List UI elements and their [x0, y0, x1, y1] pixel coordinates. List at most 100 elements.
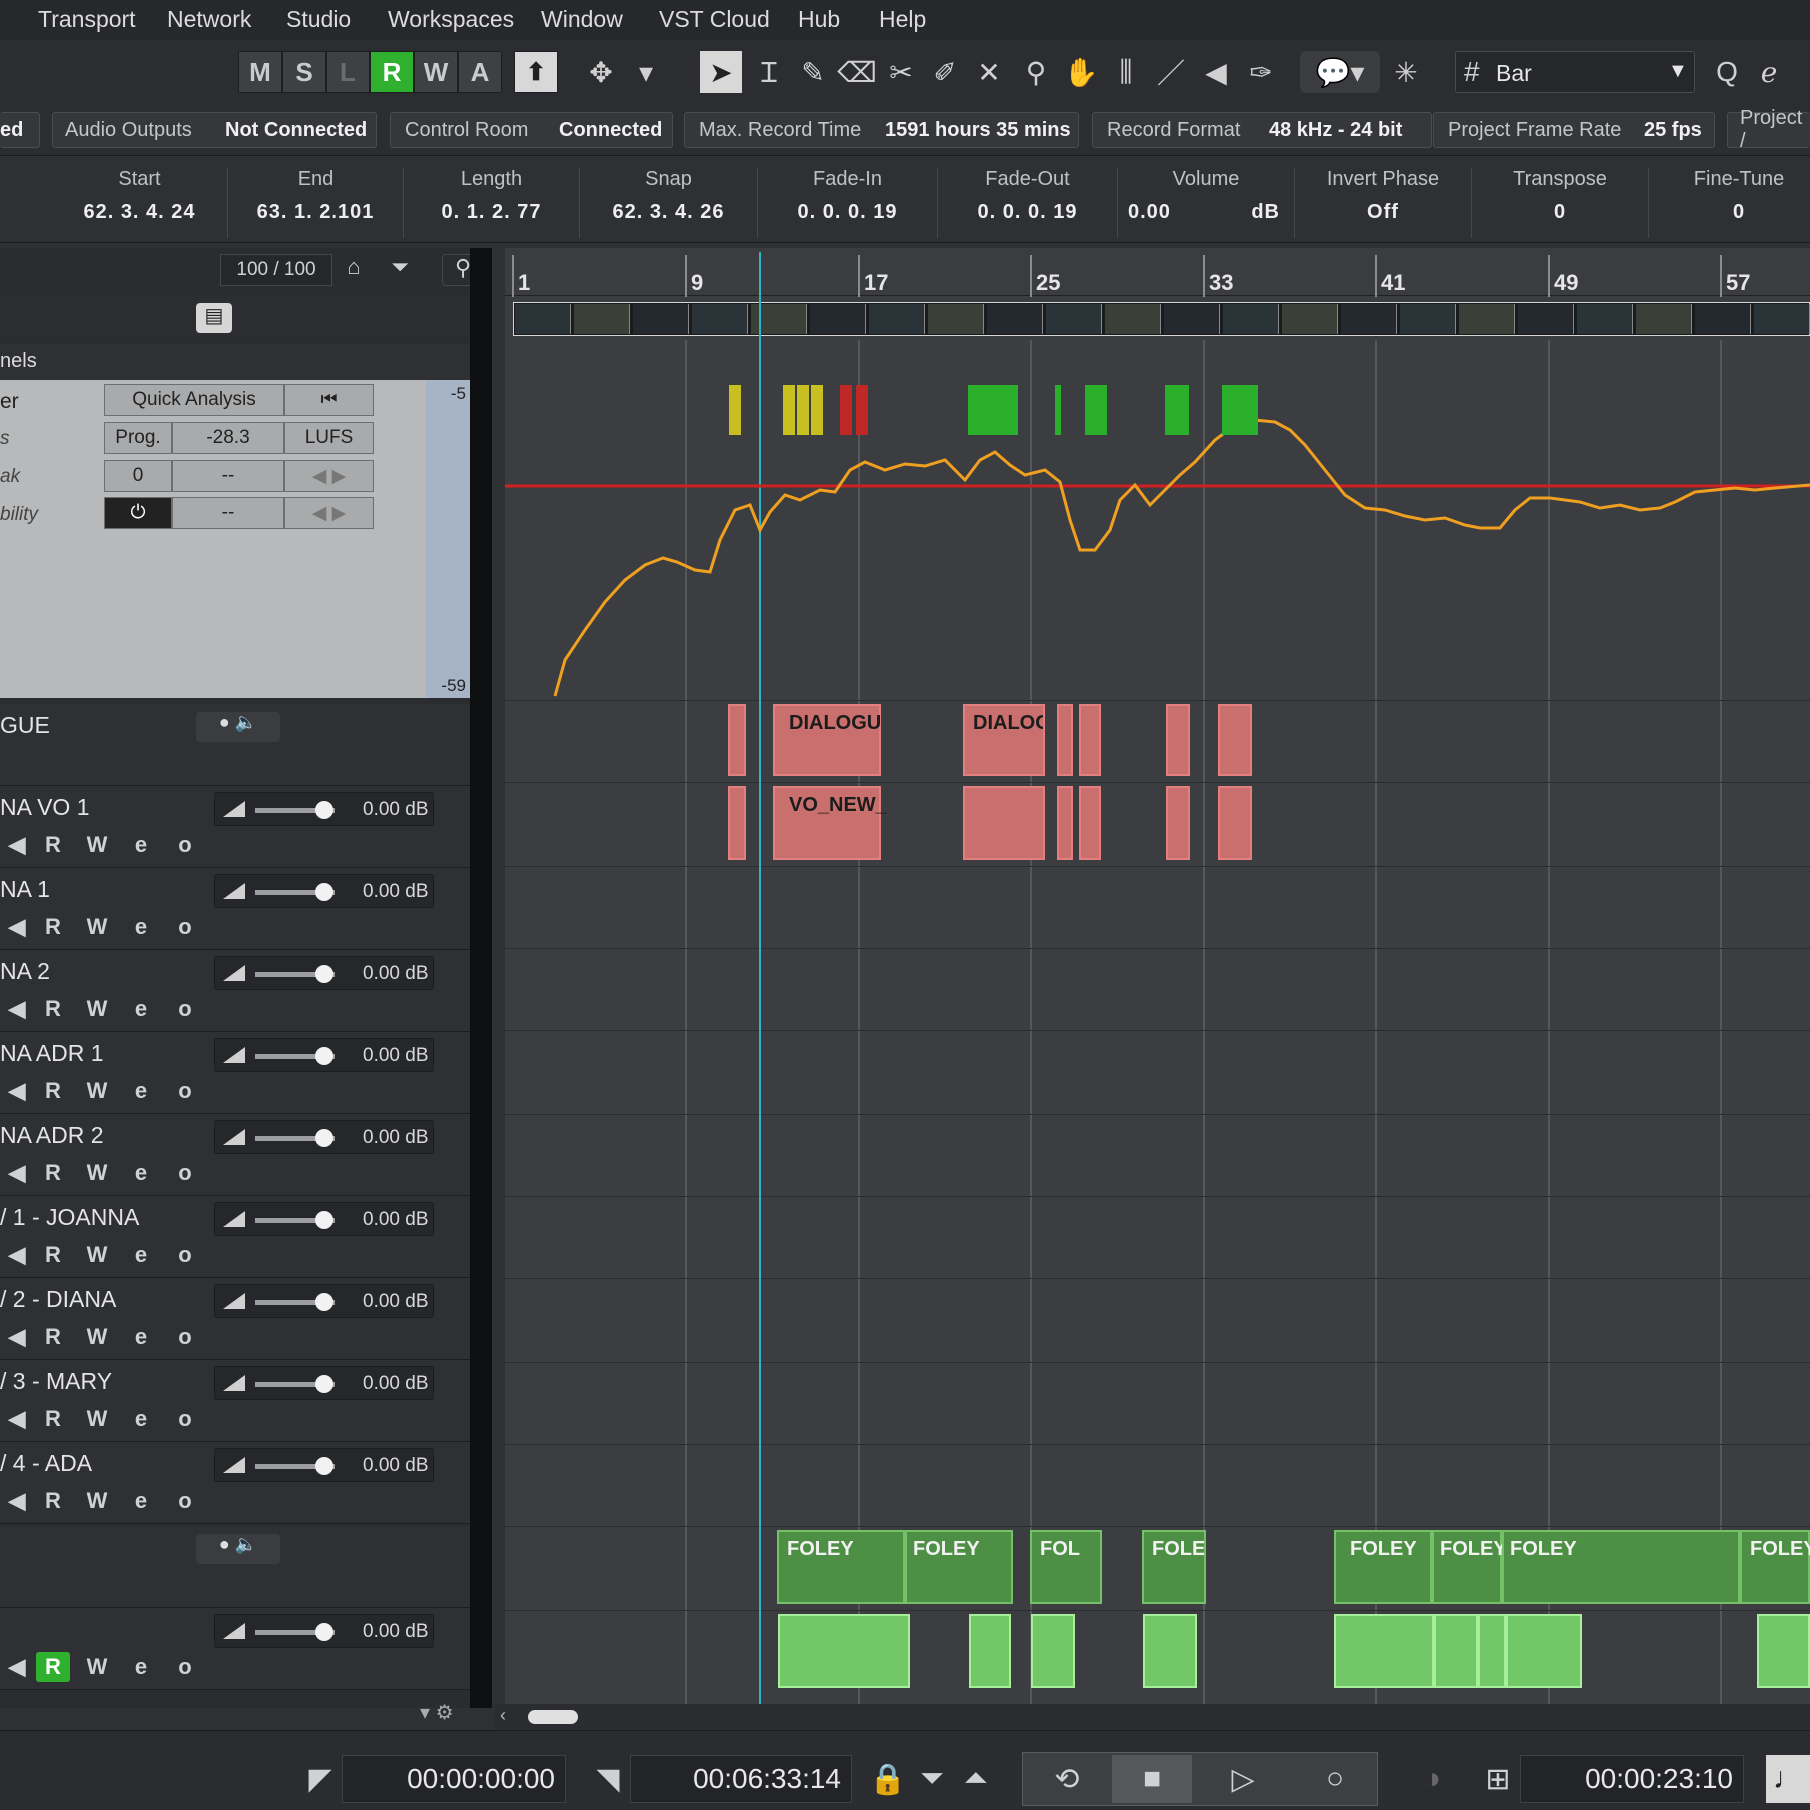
dropdown-icon[interactable]: ▾: [625, 51, 667, 93]
mute-tool-icon[interactable]: ✕: [968, 51, 1010, 93]
snap-toggle-icon[interactable]: ✳: [1385, 51, 1427, 93]
fader-knob[interactable]: [315, 1211, 333, 1229]
instrument-button[interactable]: o: [168, 912, 202, 942]
edit-icon[interactable]: ℯ: [1748, 51, 1790, 93]
info-start-value[interactable]: 62. 3. 4. 24: [52, 201, 227, 224]
info-volume[interactable]: Volume 0.00 dB: [1118, 168, 1295, 238]
info-fadeout[interactable]: Fade-Out 0. 0. 0. 19: [938, 168, 1118, 238]
info-volume-value[interactable]: 0.00: [1128, 201, 1171, 224]
foley-event[interactable]: FOLEY: [1334, 1530, 1432, 1604]
audio-outputs-status[interactable]: Audio Outputs Not Connected: [52, 112, 377, 148]
foley-sub-event[interactable]: [1434, 1614, 1478, 1688]
write-automation-button[interactable]: W: [80, 1322, 114, 1352]
right-locator-icon[interactable]: ◥: [586, 1755, 630, 1803]
info-length[interactable]: Length 0. 1. 2. 77: [404, 168, 580, 238]
line-icon[interactable]: ／: [1150, 51, 1192, 93]
listen-toggle[interactable]: L: [326, 51, 370, 93]
foley-sub-event[interactable]: [1506, 1614, 1582, 1688]
volume-fader[interactable]: 0.00 dB: [214, 1284, 434, 1318]
vo-event[interactable]: VO_NEW_: [773, 786, 887, 860]
foley-event[interactable]: FOLEY: [1740, 1530, 1810, 1604]
play-icon[interactable]: ▷: [1218, 1755, 1268, 1803]
volume-fader[interactable]: 0.00 dB: [214, 1448, 434, 1482]
info-finetune[interactable]: Fine-Tune 0: [1649, 168, 1810, 238]
control-room-status[interactable]: Control Room Connected: [390, 112, 673, 148]
comp-icon[interactable]: ⫼: [1105, 51, 1147, 93]
foley-sub-event[interactable]: [1143, 1614, 1197, 1688]
object-selection-icon[interactable]: ➤: [700, 51, 742, 93]
vo-event[interactable]: [1057, 786, 1073, 860]
info-invert-phase[interactable]: Invert Phase Off: [1295, 168, 1472, 238]
info-start[interactable]: Start 62. 3. 4. 24: [52, 168, 228, 238]
video-thumbnail-icon[interactable]: ▤: [196, 303, 232, 333]
info-end-value[interactable]: 63. 1. 2.101: [228, 201, 403, 224]
timecode-icon[interactable]: ⊞: [1476, 1755, 1520, 1803]
position-display[interactable]: 00:00:23:10: [1520, 1755, 1744, 1803]
track-name[interactable]: / 4 - ADA: [0, 1450, 92, 1477]
fader-knob[interactable]: [315, 965, 333, 983]
track-name[interactable]: GUE: [0, 712, 50, 739]
write-automation-toggle[interactable]: W: [414, 51, 458, 93]
metronome-icon[interactable]: ♩: [1766, 1755, 1810, 1803]
vo-event[interactable]: [728, 786, 746, 860]
write-automation-button[interactable]: W: [80, 994, 114, 1024]
instrument-button[interactable]: o: [168, 830, 202, 860]
read-automation-button[interactable]: R: [36, 1404, 70, 1434]
instrument-button[interactable]: o: [168, 994, 202, 1024]
track-name[interactable]: NA ADR 2: [0, 1122, 104, 1149]
instrument-button[interactable]: o: [168, 1404, 202, 1434]
info-invert-value[interactable]: Off: [1295, 201, 1471, 224]
read-automation-toggle[interactable]: R: [370, 51, 414, 93]
edit-channel-button[interactable]: e: [124, 1486, 158, 1516]
volume-fader[interactable]: 0.00 dB: [214, 874, 434, 908]
instrument-button[interactable]: o: [168, 1652, 202, 1682]
read-automation-button[interactable]: R: [36, 1486, 70, 1516]
monitor-icon[interactable]: ◀: [0, 1486, 34, 1516]
cycle-icon[interactable]: ⟲: [1042, 1755, 1092, 1803]
read-automation-button[interactable]: R: [36, 1652, 70, 1682]
edit-channel-button[interactable]: e: [124, 830, 158, 860]
foley-event[interactable]: FOLEY: [905, 1530, 1013, 1604]
foley-sub-event[interactable]: [1334, 1614, 1434, 1688]
edit-channel-button[interactable]: e: [124, 1652, 158, 1682]
monitor-icon[interactable]: ◀: [0, 830, 34, 860]
read-automation-button[interactable]: R: [36, 1158, 70, 1188]
frame-rate-status[interactable]: Project Frame Rate 25 fps: [1433, 112, 1715, 148]
track-name[interactable]: NA ADR 1: [0, 1040, 104, 1067]
instrument-button[interactable]: o: [168, 1158, 202, 1188]
info-transpose-value[interactable]: 0: [1472, 201, 1648, 224]
hand-icon[interactable]: ✋: [1060, 51, 1102, 93]
fader-knob[interactable]: [315, 801, 333, 819]
foley-event[interactable]: FOLEY: [1502, 1530, 1740, 1604]
volume-fader[interactable]: 0.00 dB: [214, 956, 434, 990]
track-name[interactable]: NA 1: [0, 876, 50, 903]
foley-event[interactable]: FOLE: [1142, 1530, 1206, 1604]
fader-knob[interactable]: [315, 1293, 333, 1311]
monitor-icon[interactable]: ◀: [0, 1240, 34, 1270]
vo-event[interactable]: [1218, 786, 1252, 860]
quick-analysis-button[interactable]: Quick Analysis: [104, 384, 284, 416]
menu-network[interactable]: Network: [167, 6, 251, 33]
solo-toggle[interactable]: S: [282, 51, 326, 93]
instrument-button[interactable]: o: [168, 1486, 202, 1516]
punch-in-icon[interactable]: ⏷: [910, 1755, 954, 1803]
fader-knob[interactable]: [315, 1375, 333, 1393]
dialogue-event[interactable]: [1218, 704, 1252, 776]
write-automation-button[interactable]: W: [80, 912, 114, 942]
settings-icon[interactable]: ▾ ⚙: [420, 1700, 470, 1730]
read-automation-button[interactable]: R: [36, 994, 70, 1024]
split-icon[interactable]: ✂: [880, 51, 922, 93]
fader-knob[interactable]: [315, 1129, 333, 1147]
vo-event[interactable]: [963, 786, 1045, 860]
monitor-icon[interactable]: ◀: [0, 1076, 34, 1106]
foley-sub-event[interactable]: [969, 1614, 1011, 1688]
volume-fader[interactable]: 0.00 dB: [214, 1614, 434, 1648]
punch-out-icon[interactable]: ⏶: [954, 1755, 998, 1803]
dialogue-event[interactable]: [1057, 704, 1073, 776]
filter-icon[interactable]: ⏷: [380, 254, 420, 286]
track-name[interactable]: / 3 - MARY: [0, 1368, 112, 1395]
dialogue-event[interactable]: DIALOG: [963, 704, 1045, 776]
write-automation-button[interactable]: W: [80, 1404, 114, 1434]
track-name[interactable]: / 2 - DIANA: [0, 1286, 116, 1313]
quantize-icon[interactable]: Q: [1706, 51, 1748, 93]
